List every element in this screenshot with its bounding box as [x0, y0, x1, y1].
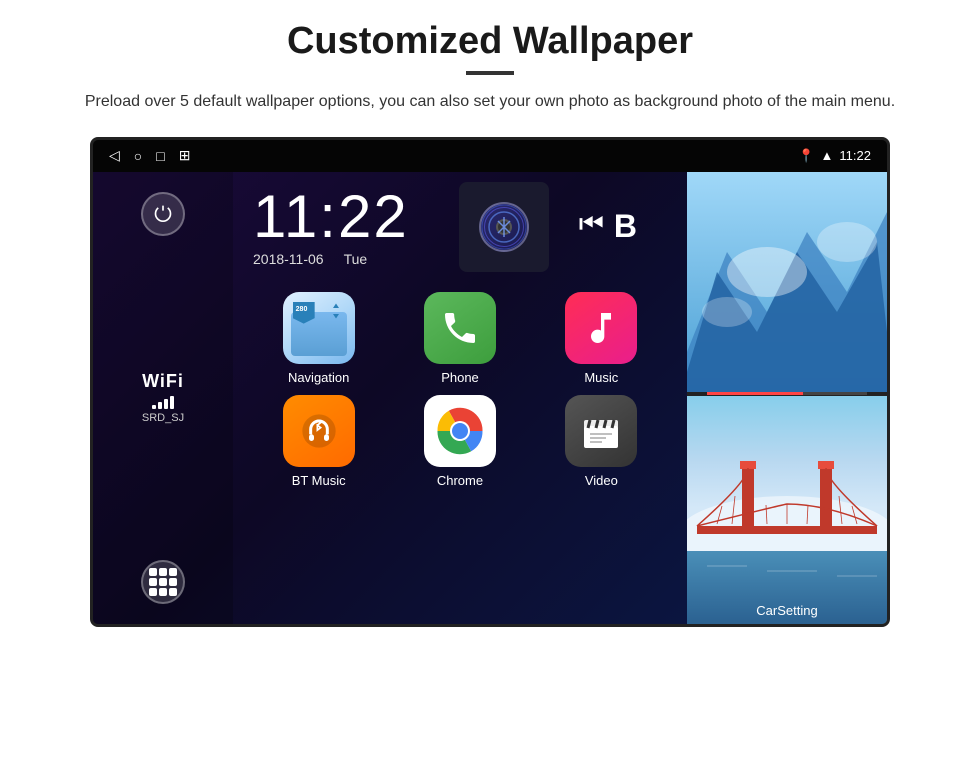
bt-symbol-icon	[492, 215, 516, 239]
status-bar: ◁ ○ □ ⊞ 📍 ▲ 11:22	[93, 140, 887, 172]
location-icon: 📍	[798, 148, 814, 164]
grid-dot	[149, 588, 157, 596]
phone-label: Phone	[441, 370, 479, 385]
clock-date-value: 2018-11-06	[253, 251, 324, 267]
apps-grid-icon	[149, 568, 177, 596]
chrome-logo-icon	[435, 406, 485, 456]
grid-dot	[159, 588, 167, 596]
clock-date: 2018-11-06 Tue	[253, 251, 367, 267]
main-area: WiFi SRD_SJ	[93, 172, 887, 624]
wifi-signal-icon: ▲	[821, 148, 834, 163]
clock-display: 11:22 2018-11-06 Tue	[253, 187, 409, 267]
square-icon: □	[156, 148, 164, 164]
image-icon: ⊞	[179, 147, 191, 164]
center-area: 11:22 2018-11-06 Tue	[233, 172, 687, 624]
page-title: Customized Wallpaper	[287, 20, 693, 63]
status-time: 11:22	[839, 148, 871, 163]
right-panel: CarSetting	[687, 172, 887, 624]
chrome-label: Chrome	[437, 473, 483, 488]
music-widget	[459, 182, 549, 272]
grid-dot	[169, 568, 177, 576]
video-label: Video	[585, 473, 618, 488]
power-button[interactable]	[141, 192, 185, 236]
status-bar-right: 📍 ▲ 11:22	[798, 148, 871, 164]
back-icon: ◁	[109, 147, 120, 164]
wifi-bar-2	[158, 402, 162, 409]
clock-day-value: Tue	[344, 251, 368, 267]
grid-dot	[149, 578, 157, 586]
music-app-icon	[565, 292, 637, 364]
app-item-navigation[interactable]: 280 Navigation	[253, 292, 384, 385]
wifi-bar-3	[164, 399, 168, 409]
navigation-icon: 280	[283, 292, 355, 364]
wifi-bars	[152, 395, 174, 409]
sidebar: WiFi SRD_SJ	[93, 172, 233, 624]
app-item-music[interactable]: Music	[536, 292, 667, 385]
bluetooth-music-icon	[299, 411, 339, 451]
music-disc-icon	[479, 202, 529, 252]
bridge-svg	[687, 396, 887, 624]
wallpaper-ice[interactable]	[687, 172, 887, 392]
bt-music-label: BT Music	[292, 473, 346, 488]
wifi-widget: WiFi SRD_SJ	[142, 371, 184, 424]
nav-compass-icon	[327, 302, 345, 325]
page-description: Preload over 5 default wallpaper options…	[85, 89, 895, 115]
wifi-ssid: SRD_SJ	[142, 412, 184, 424]
apps-button[interactable]	[141, 560, 185, 604]
music-app-label: Music	[584, 370, 618, 385]
video-icon	[565, 395, 637, 467]
carsetting-label: CarSetting	[687, 603, 887, 618]
chrome-icon	[424, 395, 496, 467]
wallpaper-bridge[interactable]: CarSetting	[687, 396, 887, 624]
grid-dot	[159, 578, 167, 586]
app-item-phone[interactable]: Phone	[394, 292, 525, 385]
clock-row: 11:22 2018-11-06 Tue	[243, 182, 677, 272]
nav-badge-text: 280	[296, 306, 308, 313]
wifi-label: WiFi	[142, 371, 184, 392]
wifi-bar-4	[170, 396, 174, 409]
clock-time: 11:22	[253, 187, 409, 247]
grid-dot	[169, 588, 177, 596]
device-frame: ◁ ○ □ ⊞ 📍 ▲ 11:22 WiFi	[90, 137, 890, 627]
status-bar-left: ◁ ○ □ ⊞	[109, 147, 190, 164]
next-letter: B	[614, 208, 637, 245]
bridge-scene	[687, 396, 887, 624]
carsetting-text: CarSetting	[756, 603, 817, 618]
page-container: Customized Wallpaper Preload over 5 defa…	[0, 0, 980, 758]
app-grid: 280 Navigation	[243, 292, 677, 488]
bt-music-icon	[283, 395, 355, 467]
phone-icon	[424, 292, 496, 364]
ice-background	[687, 172, 887, 392]
prev-track-icon[interactable]: ⏮	[579, 208, 604, 245]
grid-dot	[169, 578, 177, 586]
wifi-bar-1	[152, 405, 156, 409]
navigation-label: Navigation	[288, 370, 349, 385]
app-item-video[interactable]: Video	[536, 395, 667, 488]
music-note-icon	[581, 308, 621, 348]
music-controls: ⏮ B	[579, 208, 637, 245]
app-item-bt-music[interactable]: BT Music	[253, 395, 384, 488]
clapperboard-icon	[578, 408, 624, 454]
grid-dot	[149, 568, 157, 576]
phone-handset-icon	[440, 308, 480, 348]
grid-dot	[159, 568, 167, 576]
title-divider	[466, 71, 514, 75]
app-item-chrome[interactable]: Chrome	[394, 395, 525, 488]
ice-svg	[687, 172, 887, 392]
home-icon: ○	[134, 148, 142, 164]
